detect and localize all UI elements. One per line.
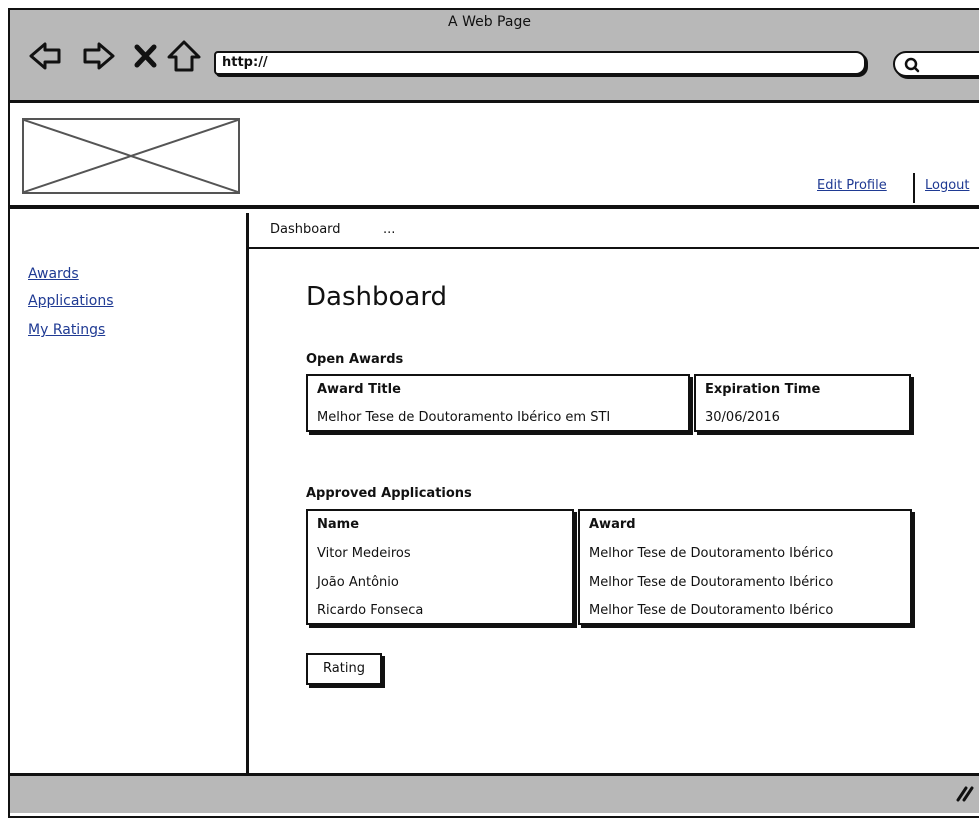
search-icon	[904, 57, 920, 73]
back-arrow-icon[interactable]	[28, 38, 64, 74]
table-row-name[interactable]: Vitor Medeiros	[317, 546, 411, 561]
sidebar-item-my-ratings[interactable]: My Ratings	[28, 322, 105, 338]
column-header-award-title: Award Title	[317, 382, 401, 397]
approved-applications-label: Approved Applications	[306, 486, 472, 501]
open-awards-expiration-column: Expiration Time 30/06/2016	[694, 374, 911, 432]
open-award-title-cell[interactable]: Melhor Tese de Doutoramento Ibérico em S…	[317, 410, 610, 425]
column-header-expiration-time: Expiration Time	[705, 382, 821, 397]
approved-applications-award-column: Award Melhor Tese de Doutoramento Ibéric…	[578, 509, 912, 625]
logout-link[interactable]: Logout	[925, 178, 970, 193]
column-header-award: Award	[589, 517, 636, 532]
window-title: A Web Page	[448, 14, 531, 30]
approved-applications-name-column: Name Vitor Medeiros João Antônio Ricardo…	[306, 509, 574, 625]
close-x-icon[interactable]	[128, 38, 164, 74]
image-placeholder-icon	[24, 120, 238, 192]
table-row-award: Melhor Tese de Doutoramento Ibérico	[589, 575, 834, 590]
breadcrumb-more[interactable]: ...	[383, 222, 395, 237]
open-award-expiration-cell: 30/06/2016	[705, 410, 780, 425]
breadcrumb-dashboard[interactable]: Dashboard	[270, 222, 341, 237]
forward-arrow-icon[interactable]	[80, 38, 116, 74]
home-icon[interactable]	[166, 38, 202, 74]
column-header-name: Name	[317, 517, 360, 532]
table-row-award: Melhor Tese de Doutoramento Ibérico	[589, 546, 834, 561]
browser-search-field[interactable]	[893, 51, 979, 77]
edit-profile-link[interactable]: Edit Profile	[817, 178, 887, 193]
sidebar-item-applications[interactable]: Applications	[28, 293, 114, 309]
breadcrumb	[249, 213, 979, 249]
header-link-separator	[913, 173, 915, 203]
logo-image-placeholder	[22, 118, 240, 194]
table-row-name[interactable]: João Antônio	[317, 575, 399, 590]
open-awards-title-column: Award Title Melhor Tese de Doutoramento …	[306, 374, 690, 432]
browser-status-bar	[10, 773, 979, 813]
sidebar-item-awards[interactable]: Awards	[28, 266, 79, 282]
table-row-award: Melhor Tese de Doutoramento Ibérico	[589, 603, 834, 618]
page-title: Dashboard	[306, 282, 448, 312]
resize-grip-icon[interactable]	[952, 780, 976, 804]
open-awards-label: Open Awards	[306, 352, 404, 367]
rating-button[interactable]: Rating	[306, 653, 382, 685]
table-row-name[interactable]: Ricardo Fonseca	[317, 603, 423, 618]
url-field[interactable]: http://	[214, 51, 866, 75]
sidebar-divider	[246, 213, 249, 773]
